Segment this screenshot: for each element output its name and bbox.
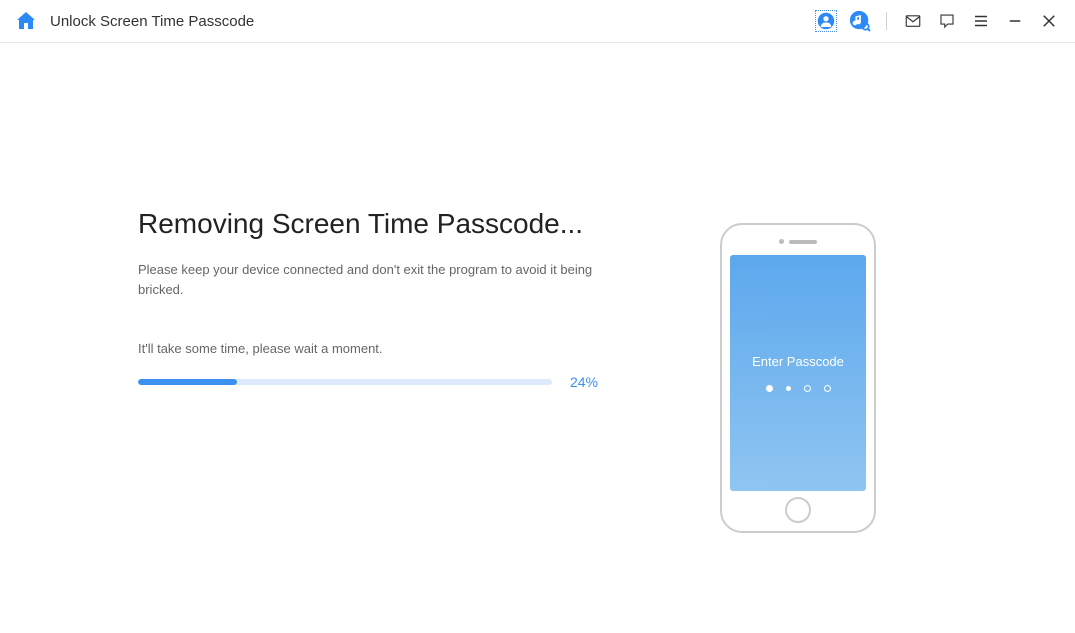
home-button[interactable] bbox=[14, 9, 38, 33]
device-illustration: Enter Passcode bbox=[718, 223, 878, 533]
close-icon bbox=[1040, 12, 1058, 30]
music-search-icon bbox=[849, 10, 871, 32]
chat-icon bbox=[938, 12, 956, 30]
phone-home-button bbox=[785, 497, 811, 523]
hamburger-icon bbox=[972, 12, 990, 30]
main-content: Removing Screen Time Passcode... Please … bbox=[0, 43, 1075, 533]
app-header: Unlock Screen Time Passcode bbox=[0, 0, 1075, 43]
music-button[interactable] bbox=[848, 9, 872, 33]
phone-speaker bbox=[779, 239, 817, 244]
header-left: Unlock Screen Time Passcode bbox=[14, 9, 254, 33]
passcode-dot bbox=[786, 386, 791, 391]
user-icon bbox=[815, 10, 837, 32]
wait-message: It'll take some time, please wait a mome… bbox=[138, 341, 598, 356]
user-account-button[interactable] bbox=[814, 9, 838, 33]
phone-mockup: Enter Passcode bbox=[720, 223, 876, 533]
phone-camera-dot bbox=[779, 239, 784, 244]
passcode-dot bbox=[766, 385, 773, 392]
phone-speaker-line bbox=[789, 240, 817, 244]
header-right bbox=[814, 9, 1061, 33]
header-divider bbox=[886, 12, 887, 30]
home-icon bbox=[14, 9, 38, 33]
feedback-button[interactable] bbox=[935, 9, 959, 33]
menu-button[interactable] bbox=[969, 9, 993, 33]
page-title: Unlock Screen Time Passcode bbox=[50, 13, 254, 30]
mail-icon bbox=[904, 12, 922, 30]
close-button[interactable] bbox=[1037, 9, 1061, 33]
status-heading: Removing Screen Time Passcode... bbox=[138, 208, 598, 240]
passcode-prompt: Enter Passcode bbox=[752, 354, 844, 369]
minimize-icon bbox=[1006, 12, 1024, 30]
passcode-dot bbox=[824, 385, 831, 392]
phone-screen: Enter Passcode bbox=[730, 255, 866, 491]
progress-row: 24% bbox=[138, 374, 598, 390]
progress-bar bbox=[138, 379, 552, 385]
status-section: Removing Screen Time Passcode... Please … bbox=[138, 193, 598, 533]
progress-percent-label: 24% bbox=[570, 374, 598, 390]
passcode-dots bbox=[766, 385, 831, 392]
mail-button[interactable] bbox=[901, 9, 925, 33]
warning-message: Please keep your device connected and do… bbox=[138, 260, 598, 299]
minimize-button[interactable] bbox=[1003, 9, 1027, 33]
progress-fill bbox=[138, 379, 237, 385]
passcode-dot bbox=[804, 385, 811, 392]
